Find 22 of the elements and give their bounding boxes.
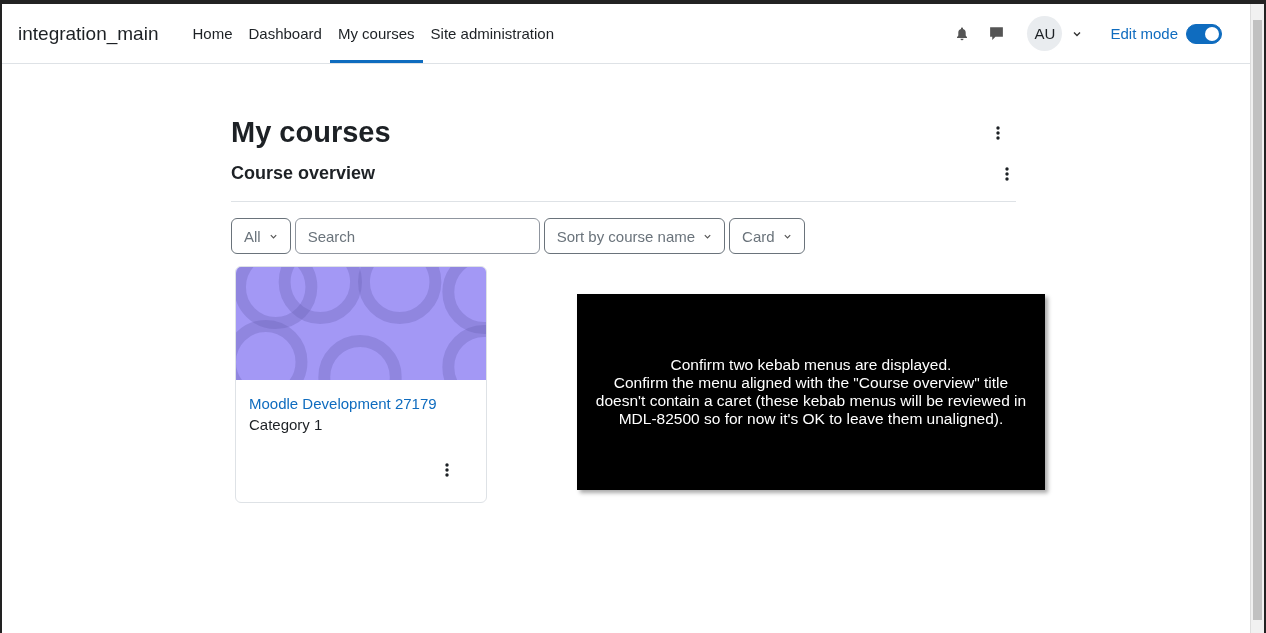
scrollbar[interactable]	[1250, 4, 1264, 633]
nav-link[interactable]: My courses	[329, 4, 423, 63]
nav-link[interactable]: Dashboard	[240, 4, 330, 63]
course-category: Category 1	[249, 416, 324, 433]
nav-link[interactable]: Home	[184, 4, 241, 63]
course-name-link[interactable]: Moodle Development 27179	[249, 395, 437, 412]
block-title: Course overview	[231, 163, 376, 184]
kebab-menu-icon[interactable]	[996, 125, 1000, 140]
nav-link[interactable]: Site administration	[422, 4, 562, 63]
user-avatar[interactable]: AU	[1027, 16, 1063, 51]
edit-mode-label: Edit mode	[1110, 25, 1178, 42]
edit-mode-toggle[interactable]	[1186, 23, 1222, 44]
view-dropdown[interactable]: Card	[729, 218, 805, 254]
search-field[interactable]: Search	[294, 218, 540, 254]
chat-icon[interactable]	[988, 25, 1006, 42]
kebab-menu-icon[interactable]	[445, 463, 449, 477]
grouping-dropdown[interactable]: All	[231, 218, 291, 254]
sort-dropdown[interactable]: Sort by course name	[543, 218, 726, 254]
page-title: My courses	[231, 116, 391, 149]
instructions-text: Confirm two kebab menus are displayed. Confirm the menu aligned with the "Course overview" title doesn't contain a caret (these kebab menus will be reviewed in MDL-82500 so for now it's OK to leave them unaligned).	[595, 356, 1027, 428]
kebab-menu-icon[interactable]	[1005, 166, 1009, 181]
site-name[interactable]: integration_main	[18, 22, 159, 45]
